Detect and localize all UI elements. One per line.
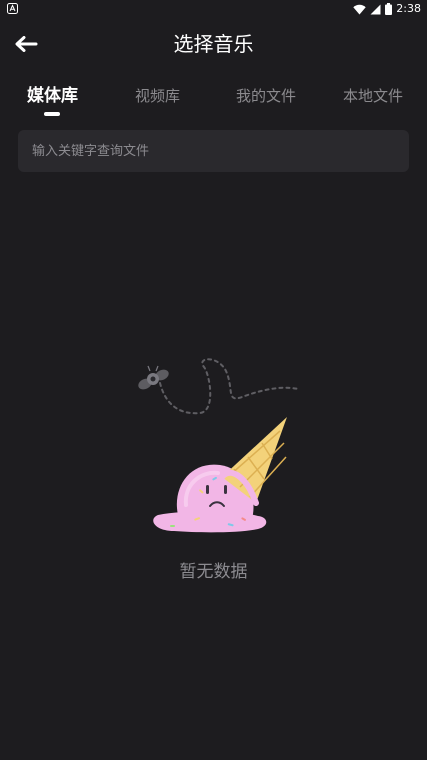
search-box[interactable] <box>18 130 409 172</box>
status-time: 2:38 <box>396 2 421 15</box>
tab-video-library[interactable]: 视频库 <box>135 80 180 116</box>
search-input[interactable] <box>30 142 397 160</box>
app-notification-icon <box>7 3 18 14</box>
tab-my-files[interactable]: 我的文件 <box>236 80 296 116</box>
tab-local-files[interactable]: 本地文件 <box>343 80 403 116</box>
wifi-icon <box>353 4 366 14</box>
signal-icon <box>370 4 381 14</box>
battery-icon <box>385 3 393 15</box>
page-title: 选择音乐 <box>173 32 254 56</box>
tab-media-library[interactable]: 媒体库 <box>27 80 78 116</box>
melted-ice-cream-icon <box>138 358 299 533</box>
empty-state-text: 暂无数据 <box>179 562 248 582</box>
status-bar: 2:38 <box>0 0 427 18</box>
header: 选择音乐 <box>0 22 427 66</box>
fly-icon <box>138 365 169 390</box>
active-tab-indicator <box>44 112 60 116</box>
status-indicators: 2:38 <box>353 2 421 16</box>
tab-bar: 媒体库 视频库 我的文件 本地文件 <box>0 80 427 120</box>
